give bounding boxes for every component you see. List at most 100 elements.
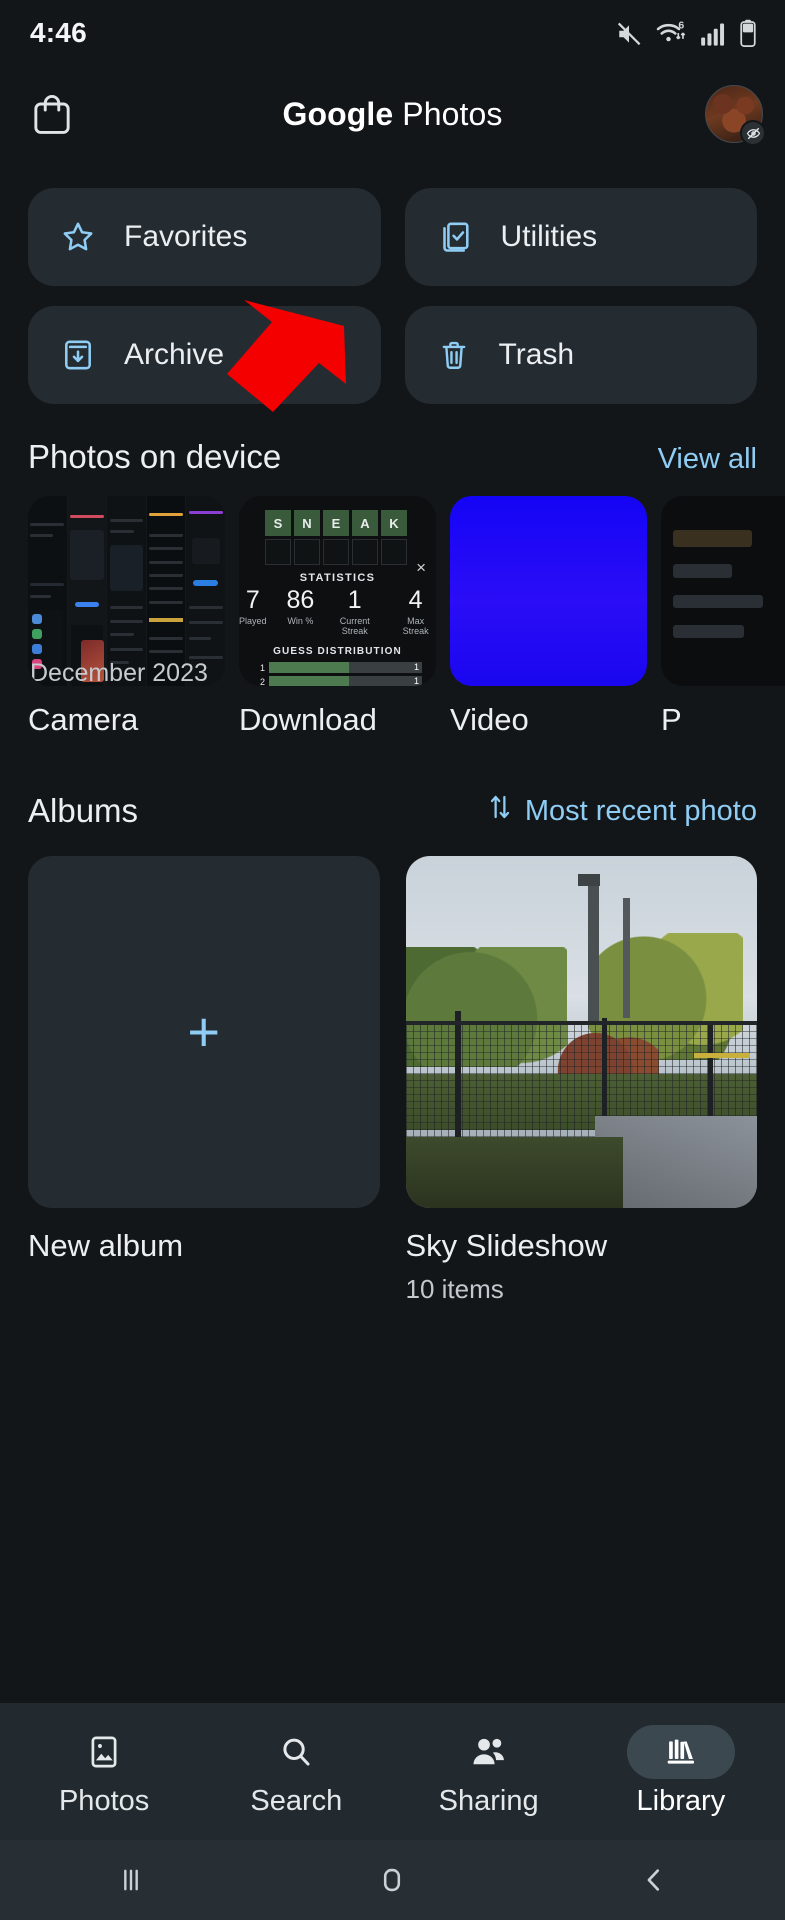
wordle-distribution-title: GUESS DISTRIBUTION [273, 646, 402, 657]
wordle-stat: 86 Win % [287, 588, 315, 636]
plus-icon: + [187, 999, 221, 1063]
albums-grid: + New album Sky Slideshow 10 items [0, 856, 785, 1305]
stat-label: Current Streak [339, 616, 370, 636]
wordle-empty-cell [381, 539, 407, 565]
wordle-letter: K [381, 510, 407, 536]
recents-button[interactable] [71, 1850, 191, 1910]
nav-label: Search [250, 1785, 343, 1817]
albums-section-title: Albums [28, 792, 139, 829]
back-button[interactable] [594, 1850, 714, 1910]
tile-label: Archive [124, 338, 225, 371]
stat-label: Max Streak [402, 616, 429, 636]
wordle-stat: 4 Max Streak [395, 586, 436, 637]
tile-archive[interactable]: Archive [28, 306, 381, 404]
albums-section-header: Albums Most recent photo [0, 792, 785, 830]
wordle-distribution: 1 1 2 1 3 0 4 3 [257, 662, 422, 686]
folder-name: Download [239, 702, 377, 737]
albums-section: Albums Most recent photo + New album Sky… [0, 792, 785, 1305]
album-cover[interactable] [405, 856, 757, 1208]
title-google: Google [282, 95, 394, 132]
album-cover-image [405, 856, 757, 1208]
status-icon-group: 6 [614, 19, 757, 47]
people-icon [435, 1725, 543, 1779]
stat-value: 1 [347, 586, 362, 614]
folder-thumbnail [661, 496, 785, 686]
guess-count: 1 [413, 676, 419, 686]
collage-caption: December 2023 [30, 659, 208, 686]
folder-name: Video [450, 702, 529, 737]
tile-trash[interactable]: Trash [404, 306, 757, 404]
device-folder-video[interactable]: Video [450, 496, 647, 738]
folder-thumbnail: S N E A K × STATISTICS 7 Played 86 Win %… [239, 496, 436, 686]
album-title: Sky Slideshow [405, 1227, 608, 1263]
nav-search[interactable]: Search [211, 1725, 381, 1818]
wordle-stat: 1 Current Streak [334, 586, 375, 637]
nav-label: Sharing [438, 1785, 539, 1817]
device-section-title: Photos on device [28, 438, 282, 475]
mute-icon [614, 21, 644, 47]
tile-utilities[interactable]: Utilities [404, 188, 757, 286]
avatar[interactable] [705, 85, 766, 146]
quick-access-tiles: Favorites Utilities Archive Trash [0, 162, 785, 404]
battery-icon [739, 19, 757, 47]
album-new[interactable]: + New album [28, 856, 380, 1305]
home-button[interactable] [332, 1850, 452, 1910]
library-icon [626, 1725, 735, 1779]
guess-number: 1 [259, 662, 265, 673]
status-time: 4:46 [30, 17, 87, 48]
stat-value: 7 [245, 586, 260, 614]
sort-arrows-icon [487, 792, 513, 830]
folder-thumbnail: December 2023 [28, 496, 225, 686]
phone-screen: 4:46 6 Google Photos Favorites Utilities… [0, 0, 785, 1920]
new-album-card[interactable]: + [28, 856, 380, 1208]
store-bag-icon[interactable] [24, 86, 80, 142]
wordle-empty-cell [323, 539, 349, 565]
stat-label: Played [239, 616, 267, 626]
wordle-letter: S [265, 510, 291, 536]
device-folder-partial[interactable]: P [661, 496, 785, 738]
wifi-6-icon: 6 [655, 19, 689, 47]
stat-value: 86 [286, 586, 315, 614]
app-bar: Google Photos [0, 66, 785, 162]
folder-name: Camera [28, 702, 139, 737]
signal-icon [700, 21, 728, 47]
distribution-row: 2 1 [257, 676, 422, 686]
stat-label: Win % [287, 616, 314, 626]
tile-favorites[interactable]: Favorites [28, 188, 381, 286]
guess-number: 2 [259, 676, 265, 687]
page-title: Google Photos [0, 96, 785, 133]
nav-library[interactable]: Library [596, 1725, 766, 1818]
device-section-header: Photos on device View all [0, 438, 785, 476]
albums-sort-control[interactable]: Most recent photo [487, 792, 757, 830]
search-icon [242, 1725, 350, 1779]
wordle-empty-cell [352, 539, 378, 565]
stat-value: 4 [408, 586, 423, 614]
wordle-grid: S N E A K [265, 510, 407, 565]
folder-name: P [661, 702, 682, 737]
nav-label: Photos [58, 1785, 150, 1817]
album-sky-slideshow[interactable]: Sky Slideshow 10 items [405, 856, 757, 1305]
wordle-stat: 7 Played [239, 588, 267, 636]
albums-sort-label: Most recent photo [524, 794, 757, 827]
wordle-letter: A [352, 510, 378, 536]
wordle-letter: E [323, 510, 349, 536]
trash-icon [437, 337, 471, 373]
device-folder-download[interactable]: S N E A K × STATISTICS 7 Played 86 Win %… [239, 496, 436, 738]
nav-label: Library [636, 1785, 726, 1817]
checked-document-icon [437, 219, 473, 255]
system-navigation-bar [0, 1840, 785, 1920]
wordle-letter: N [294, 510, 320, 536]
nav-sharing[interactable]: Sharing [404, 1725, 574, 1818]
device-folder-camera[interactable]: December 2023 Camera [28, 496, 225, 738]
eye-off-icon [740, 120, 766, 146]
device-folder-row[interactable]: December 2023 Camera S N E A K × STATIST… [0, 496, 785, 738]
nav-photos[interactable]: Photos [19, 1725, 189, 1818]
guess-count: 1 [413, 662, 419, 672]
archive-box-icon [60, 337, 96, 373]
view-all-link[interactable]: View all [658, 443, 757, 476]
wordle-empty-cell [294, 539, 320, 565]
bottom-navigation: Photos Search Sharing Library [0, 1703, 785, 1840]
tile-label: Utilities [500, 220, 598, 253]
status-bar: 4:46 6 [0, 0, 785, 66]
